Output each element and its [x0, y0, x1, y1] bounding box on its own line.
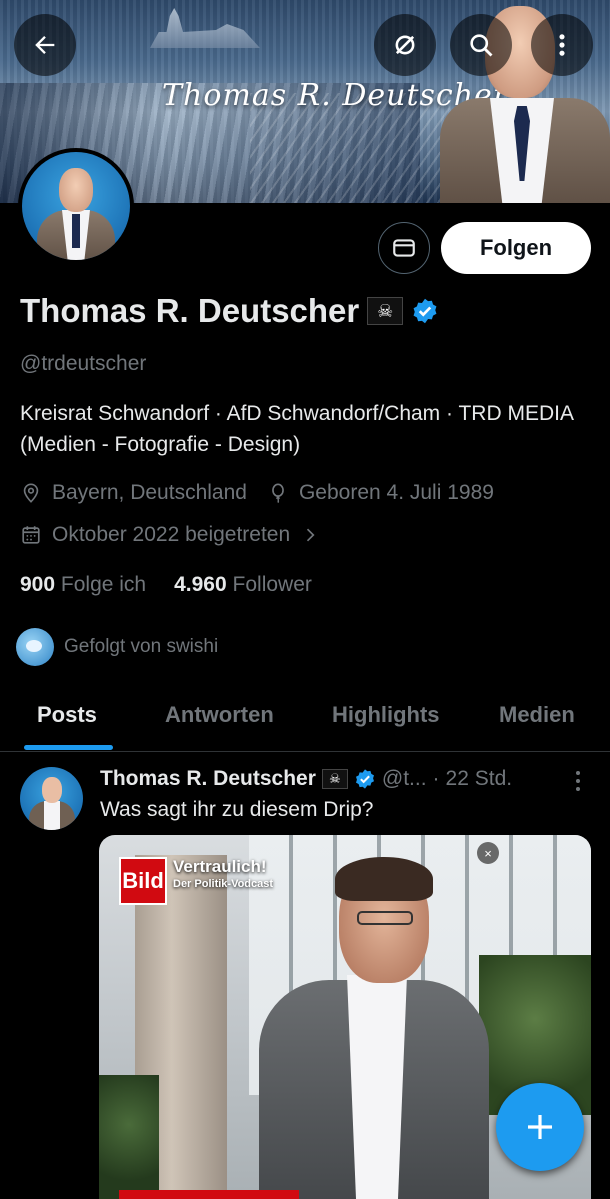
active-tab-indicator — [24, 745, 113, 750]
balloon-icon — [272, 483, 284, 503]
followed-by-row[interactable]: Gefolgt von swishi — [16, 628, 218, 666]
calendar-icon — [22, 526, 40, 544]
eye-off-icon — [395, 35, 415, 55]
profile-avatar-frame[interactable] — [18, 148, 134, 264]
media-person-glasses — [357, 911, 413, 925]
verified-badge[interactable] — [411, 297, 439, 325]
profile-meta-row: Bayern, Deutschland Geboren 4. Juli 1989 — [20, 481, 494, 505]
vodcast-title: Vertraulich! — [173, 857, 267, 876]
birthday-text: Geboren 4. Juli 1989 — [298, 481, 494, 504]
tab-media[interactable]: Medien — [499, 702, 575, 728]
followers-link[interactable]: 4.960 Follower — [174, 573, 312, 597]
pirate-flag-emoji: ☠ — [367, 297, 404, 325]
message-button[interactable] — [378, 222, 430, 274]
followers-label: Follower — [232, 573, 312, 596]
more-vertical-icon — [559, 34, 565, 56]
compose-post-button[interactable] — [496, 1083, 584, 1171]
joined-text: Oktober 2022 beigetreten — [52, 523, 291, 546]
location-item: Bayern, Deutschland — [20, 481, 247, 505]
media-lower-third — [119, 1190, 299, 1199]
plus-icon — [528, 1115, 552, 1139]
profile-name-row: Thomas R. Deutscher ☠ — [20, 292, 439, 330]
close-icon[interactable]: × — [477, 842, 499, 864]
profile-avatar[interactable] — [22, 152, 130, 260]
back-arrow-icon — [35, 36, 55, 54]
tab-replies[interactable]: Antworten — [165, 702, 274, 728]
more-vertical-icon — [576, 771, 580, 791]
post-header: Thomas R. Deutscher ☠ @t... · 22 Std. — [100, 767, 512, 791]
followers-count: 4.960 — [174, 573, 227, 596]
profile-bio: Kreisrat Schwandorf · AfD Schwandorf/Cha… — [20, 402, 573, 456]
more-options-button[interactable] — [531, 14, 593, 76]
vodcast-subtitle: Der Politik-Vodcast — [173, 878, 274, 890]
verified-badge-icon — [355, 769, 374, 789]
mute-button[interactable] — [374, 14, 436, 76]
post-author-name[interactable]: Thomas R. Deutscher — [100, 767, 316, 791]
media-plants-left — [99, 1075, 159, 1199]
media-person-hair — [335, 857, 433, 901]
post-text: Was sagt ihr zu diesem Drip? — [100, 798, 374, 821]
follow-button[interactable]: Folgen — [441, 222, 591, 274]
following-link[interactable]: 900 Folge ich — [20, 573, 146, 597]
post-author-avatar[interactable] — [20, 767, 83, 830]
birthday-item: Geboren 4. Juli 1989 — [267, 481, 494, 505]
bild-logo: Bild — [119, 857, 167, 905]
media-person-shirt — [347, 975, 407, 1199]
tab-highlights[interactable]: Highlights — [332, 702, 440, 728]
joined-row[interactable]: Oktober 2022 beigetreten — [20, 523, 320, 547]
following-count: 900 — [20, 573, 56, 596]
following-label: Folge ich — [60, 573, 147, 596]
post-time: 22 Std. — [445, 767, 513, 790]
followed-by-text: Gefolgt von swishi — [64, 636, 219, 657]
post-flag-emoji: ☠ — [321, 769, 348, 789]
profile-name: Thomas R. Deutscher — [20, 292, 360, 329]
search-icon — [470, 34, 493, 57]
tab-posts[interactable]: Posts — [37, 702, 97, 728]
location-text: Bayern, Deutschland — [52, 481, 247, 504]
search-button[interactable] — [450, 14, 512, 76]
follower-avatar — [16, 628, 54, 666]
post-more-button[interactable] — [566, 767, 590, 795]
profile-handle: @trdeutscher — [20, 352, 147, 375]
profile-tabs: Posts Antworten Highlights Medien — [0, 690, 610, 752]
post-separator: · — [432, 767, 440, 790]
mail-icon — [393, 239, 415, 257]
back-button[interactable] — [14, 14, 76, 76]
chevron-right-icon — [307, 528, 315, 542]
verified-badge-icon — [413, 298, 437, 324]
post-handle: @t... — [381, 767, 427, 790]
profile-stats: 900 Folge ich 4.960 Follower — [20, 573, 312, 597]
location-icon — [23, 483, 39, 503]
